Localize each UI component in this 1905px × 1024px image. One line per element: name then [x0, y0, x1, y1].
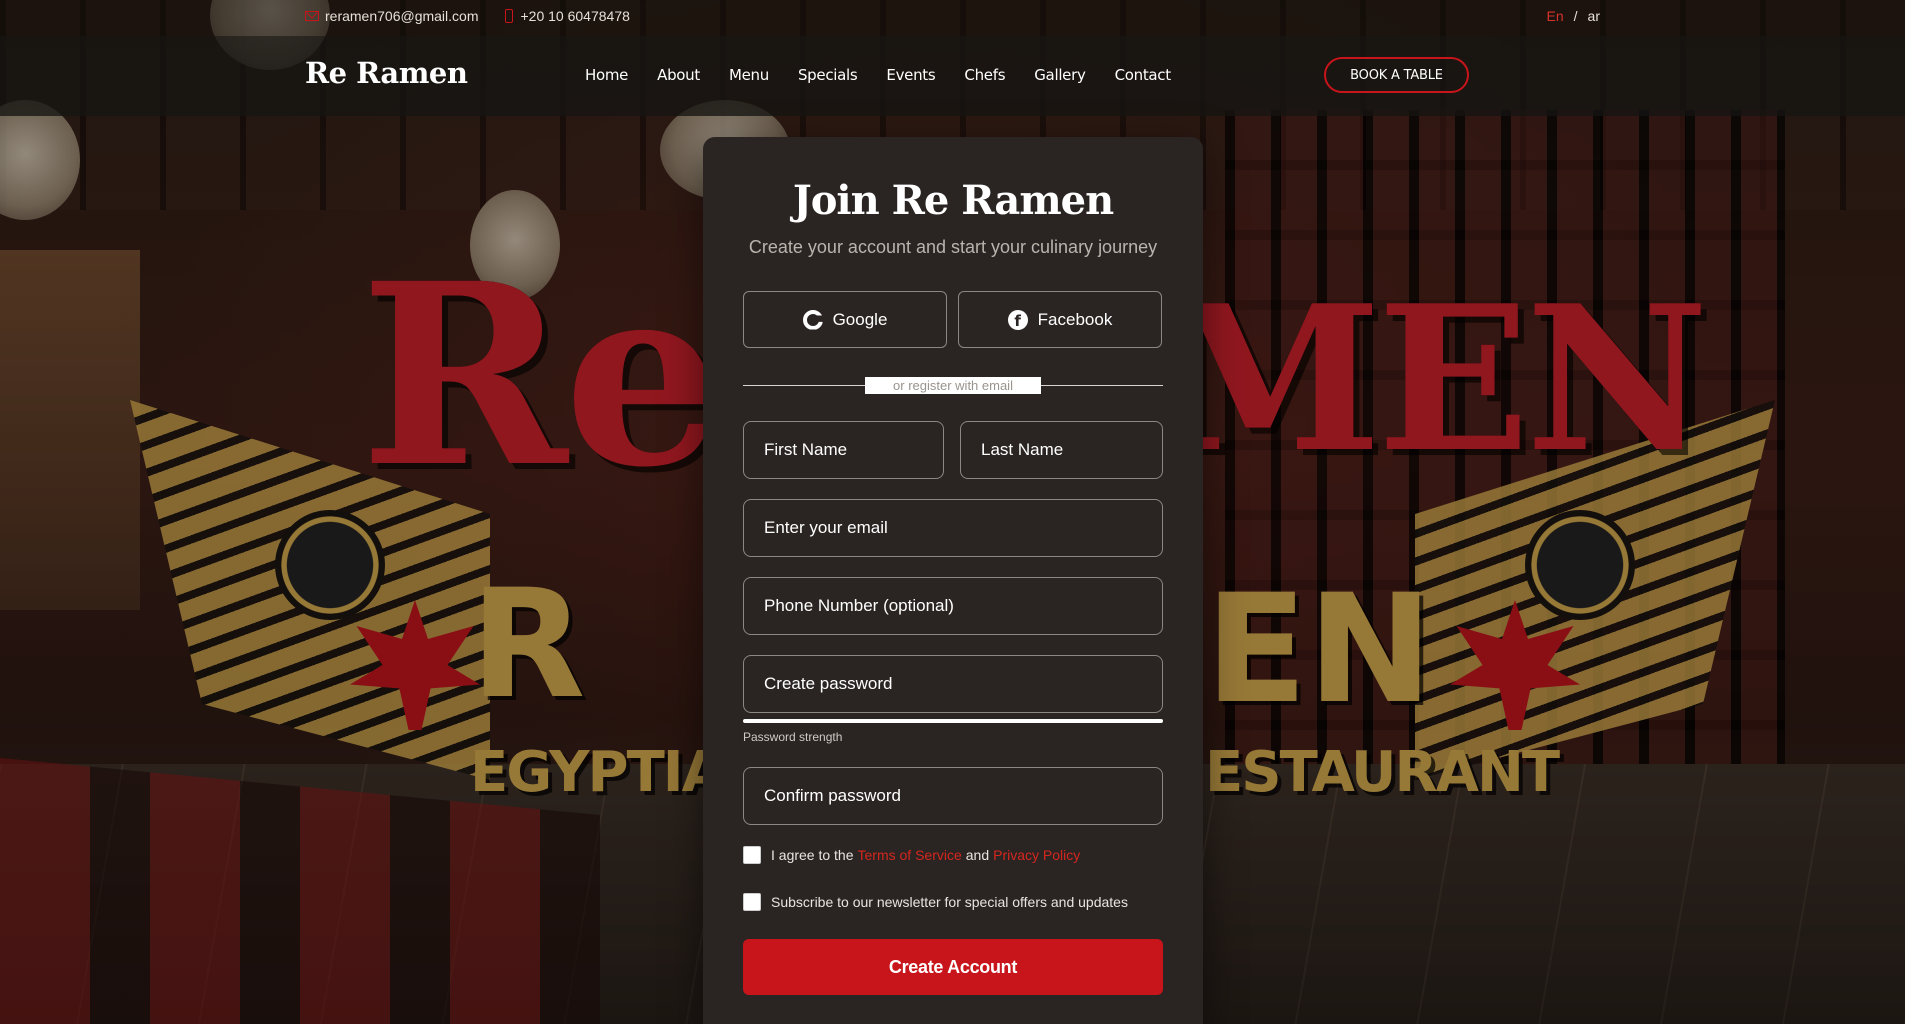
confirm-password-input[interactable] — [743, 767, 1163, 825]
newsletter-checkbox[interactable] — [743, 893, 761, 911]
terms-checkbox[interactable] — [743, 846, 761, 864]
facebook-icon: f — [1007, 309, 1028, 330]
top-contact-bar: reramen706@gmail.com +20 10 60478478 En … — [0, 0, 1905, 36]
nav-gallery[interactable]: Gallery — [1034, 66, 1086, 84]
create-account-button[interactable]: Create Account — [743, 939, 1163, 995]
nav-contact[interactable]: Contact — [1115, 66, 1172, 84]
phone-input[interactable] — [743, 577, 1163, 635]
contact-info: reramen706@gmail.com +20 10 60478478 — [305, 8, 656, 24]
lang-separator: / — [1573, 8, 1578, 24]
nav-events[interactable]: Events — [886, 66, 935, 84]
nav-home[interactable]: Home — [585, 66, 628, 84]
email-contact[interactable]: reramen706@gmail.com — [305, 8, 479, 24]
password-strength-label: Password strength — [743, 730, 843, 744]
google-signup-button[interactable]: Google — [743, 291, 947, 348]
phone-contact[interactable]: +20 10 60478478 — [504, 8, 630, 24]
nav-menu[interactable]: Menu — [729, 66, 769, 84]
nav-chefs[interactable]: Chefs — [964, 66, 1005, 84]
last-name-input[interactable] — [960, 421, 1163, 479]
terms-prefix-text: I agree to the — [771, 847, 854, 863]
page: Re MEN R EN EGYPTIAN ESTAURANT reramen70… — [0, 0, 1905, 1024]
divider-text: or register with email — [865, 377, 1041, 394]
email-input[interactable] — [743, 499, 1163, 557]
password-input[interactable] — [743, 655, 1163, 713]
terms-of-service-link[interactable]: Terms of Service — [858, 847, 962, 863]
register-card: Join Re Ramen Create your account and st… — [703, 137, 1203, 1024]
nav-specials[interactable]: Specials — [798, 66, 858, 84]
newsletter-row: Subscribe to our newsletter for special … — [743, 893, 1128, 911]
form-subtitle: Create your account and start your culin… — [748, 237, 1158, 257]
terms-row: I agree to the Terms of Service and Priv… — [743, 846, 1084, 864]
form-title: Join Re Ramen — [792, 177, 1114, 224]
brand-logo[interactable]: Re Ramen — [305, 56, 468, 90]
google-icon — [802, 309, 823, 330]
envelope-icon — [305, 11, 319, 21]
phone-text[interactable]: +20 10 60478478 — [521, 8, 630, 24]
google-label: Google — [832, 309, 888, 329]
privacy-policy-link[interactable]: Privacy Policy — [993, 847, 1080, 863]
facebook-signup-button[interactable]: f Facebook — [958, 291, 1162, 348]
main-nav: Home About Menu Specials Events Chefs Ga… — [585, 66, 1200, 84]
nav-about[interactable]: About — [657, 66, 700, 84]
site-header: Re Ramen Home About Menu Specials Events… — [0, 36, 1905, 116]
book-table-button[interactable]: BOOK A TABLE — [1324, 57, 1469, 93]
terms-and-text: and — [965, 847, 990, 863]
phone-icon — [504, 9, 513, 23]
facebook-label: Facebook — [1037, 309, 1113, 329]
password-strength-bar — [743, 719, 1163, 723]
first-name-input[interactable] — [743, 421, 944, 479]
lang-en-link[interactable]: En — [1547, 8, 1564, 24]
newsletter-label: Subscribe to our newsletter for special … — [771, 894, 1128, 910]
email-text[interactable]: reramen706@gmail.com — [325, 8, 479, 24]
language-switcher: En / ar — [1547, 8, 1600, 24]
lang-ar-link[interactable]: ar — [1588, 8, 1600, 24]
